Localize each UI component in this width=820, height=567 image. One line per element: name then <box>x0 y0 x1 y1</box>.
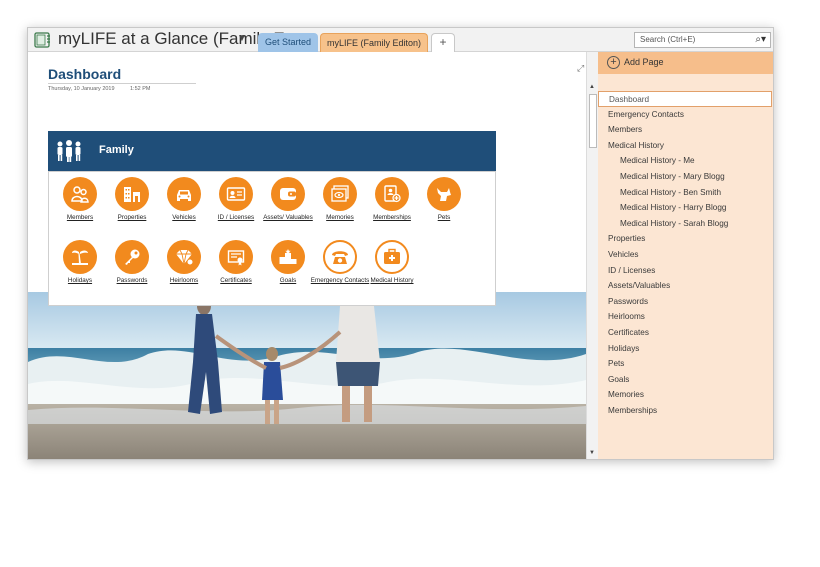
search-box[interactable]: Search (Ctrl+E) ⌕▾ <box>634 32 771 48</box>
phone-icon[interactable] <box>323 240 357 274</box>
search-input[interactable]: Search (Ctrl+E) <box>640 35 695 44</box>
page-title[interactable]: Dashboard <box>48 66 121 82</box>
add-page-button[interactable]: + Add Page <box>598 52 773 74</box>
page-item-passwords[interactable]: Passwords <box>598 294 773 310</box>
page-item-pets[interactable]: Pets <box>598 356 773 372</box>
page-item-medical-history-me[interactable]: Medical History - Me <box>598 153 773 169</box>
page-item-medical-history[interactable]: Medical History <box>598 138 773 154</box>
beach-icon[interactable] <box>63 240 97 274</box>
title-bar: myLIFE at a Glance (Family E... ▼ Get St… <box>28 28 773 52</box>
page-canvas: Dashboard Thursday, 10 January 2019 1:52… <box>28 52 586 459</box>
scrollbar-thumb[interactable] <box>589 94 597 148</box>
beach-family-photo <box>28 292 586 459</box>
podium-icon[interactable] <box>271 240 305 274</box>
chevron-down-icon[interactable]: ▼ <box>237 33 247 44</box>
add-page-label[interactable]: Add Page <box>624 57 664 67</box>
page-item-certificates[interactable]: Certificates <box>598 325 773 341</box>
category-panel: Members Properties Vehicles ID / License… <box>48 171 496 306</box>
page-item-holidays[interactable]: Holidays <box>598 341 773 357</box>
buildings-icon[interactable] <box>115 177 149 211</box>
tile-label[interactable]: Pets <box>413 214 475 223</box>
tab-mylife-family[interactable]: myLIFE (Family Editon) <box>320 33 428 52</box>
family-banner: Family <box>48 131 496 171</box>
scroll-down-icon[interactable]: ▼ <box>589 450 595 456</box>
dog-icon[interactable] <box>427 177 461 211</box>
page-item-properties[interactable]: Properties <box>598 231 773 247</box>
search-icon[interactable]: ⌕▾ <box>755 34 766 45</box>
title-divider <box>48 83 196 84</box>
page-item-medical-history-ben-smith[interactable]: Medical History - Ben Smith <box>598 185 773 201</box>
photos-icon[interactable] <box>323 177 357 211</box>
page-item-vehicles[interactable]: Vehicles <box>598 247 773 263</box>
page-item-heirlooms[interactable]: Heirlooms <box>598 309 773 325</box>
page-item-memories[interactable]: Memories <box>598 387 773 403</box>
onenote-window: myLIFE at a Glance (Family E... ▼ Get St… <box>27 27 774 460</box>
page-item-medical-history-harry-blogg[interactable]: Medical History - Harry Blogg <box>598 200 773 216</box>
id-card-icon[interactable] <box>219 177 253 211</box>
membership-icon[interactable] <box>375 177 409 211</box>
diamond-icon[interactable] <box>167 240 201 274</box>
page-item-memberships[interactable]: Memberships <box>598 403 773 419</box>
tile-label[interactable]: Medical History <box>361 277 423 286</box>
page-item-medical-history-mary-blogg[interactable]: Medical History - Mary Blogg <box>598 169 773 185</box>
page-item-emergency-contacts[interactable]: Emergency Contacts <box>598 107 773 123</box>
medical-kit-icon[interactable] <box>375 240 409 274</box>
wallet-icon[interactable] <box>271 177 305 211</box>
page-item-dashboard[interactable]: Dashboard <box>598 91 772 107</box>
family-icon <box>57 140 81 162</box>
page-time: 1:52 PM <box>130 86 151 92</box>
page-item-assets-valuables[interactable]: Assets/Valuables <box>598 278 773 294</box>
car-icon[interactable] <box>167 177 201 211</box>
family-label: Family <box>99 144 134 156</box>
page-item-goals[interactable]: Goals <box>598 372 773 388</box>
expand-icon[interactable]: ⤢ <box>577 63 584 74</box>
page-date: Thursday, 10 January 2019 <box>48 86 115 92</box>
page-item-members[interactable]: Members <box>598 122 773 138</box>
page-item-medical-history-sarah-blogg[interactable]: Medical History - Sarah Blogg <box>598 216 773 232</box>
key-icon[interactable] <box>115 240 149 274</box>
page-item-id-licenses[interactable]: ID / Licenses <box>598 263 773 279</box>
tab-get-started[interactable]: Get Started <box>258 33 318 52</box>
page-list: Dashboard Emergency Contacts Members Med… <box>598 91 773 419</box>
scroll-up-icon[interactable]: ▲ <box>589 84 595 90</box>
people-icon[interactable] <box>63 177 97 211</box>
page-list-sidebar: + Add Page Dashboard Emergency Contacts … <box>598 52 773 459</box>
plus-circle-icon[interactable]: + <box>607 56 620 69</box>
certificate-icon[interactable] <box>219 240 253 274</box>
vertical-scrollbar[interactable]: ▲ ▼ <box>586 52 598 459</box>
notebook-icon[interactable] <box>34 31 52 49</box>
add-section-tab[interactable]: + <box>431 33 455 52</box>
